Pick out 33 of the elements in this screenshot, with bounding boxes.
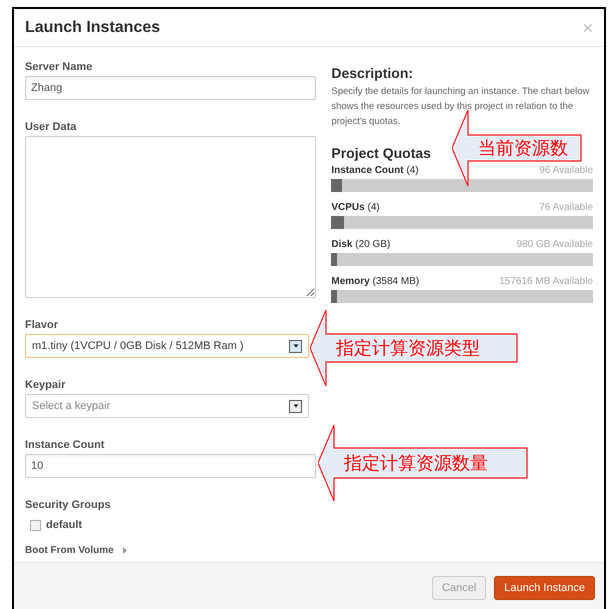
text-field[interactable]: Zhang (25, 76, 316, 100)
field-label: Keypair (25, 378, 66, 392)
field-label: Instance Count (25, 438, 106, 452)
field-label: User Data (25, 120, 78, 134)
callout-text: 指定计算资源数量 (344, 452, 488, 474)
quota-label: Disk (20 GB) (331, 238, 390, 252)
launch-button[interactable]: Launch Instance (494, 576, 595, 600)
quota-available: 980 GB Available (516, 238, 593, 252)
checkbox[interactable] (30, 520, 41, 531)
select-field[interactable]: m1.tiny (1VCPU / 0GB Disk / 512MB Ram ) (25, 334, 309, 358)
user-data-field[interactable] (25, 136, 316, 298)
dropdown-icon[interactable] (289, 340, 302, 352)
quota-label: Memory (3584 MB) (331, 275, 420, 289)
quota-available: 76 Available (539, 201, 593, 215)
quota-label: VCPUs (4) (331, 201, 380, 215)
callout-text: 当前资源数 (478, 137, 568, 159)
dialog-title: Launch Instances (25, 18, 160, 38)
dropdown-icon[interactable] (289, 400, 302, 412)
expand-icon[interactable] (122, 547, 128, 554)
select-field[interactable]: Select a keypair (25, 394, 309, 418)
description-title: Description: (331, 64, 414, 82)
field-label[interactable]: Boot From Volume (25, 544, 114, 558)
field-label: Security Groups (25, 498, 112, 512)
description-text: Specify the details for launching an instance. The chart below shows the resources used by this project in relation to the project's quotas. (331, 85, 590, 129)
field-label: Flavor (25, 318, 60, 332)
text-field[interactable]: 10 (25, 454, 316, 478)
checkbox-label: default (46, 518, 82, 533)
quota-label: Instance Count (4) (331, 164, 419, 178)
quotas-title: Project Quotas (331, 144, 431, 162)
quota-available: 157616 MB Available (499, 275, 593, 289)
callout-text: 指定计算资源类型 (336, 337, 480, 359)
quota-available: 96 Available (539, 164, 593, 178)
field-label: Server Name (25, 60, 94, 74)
